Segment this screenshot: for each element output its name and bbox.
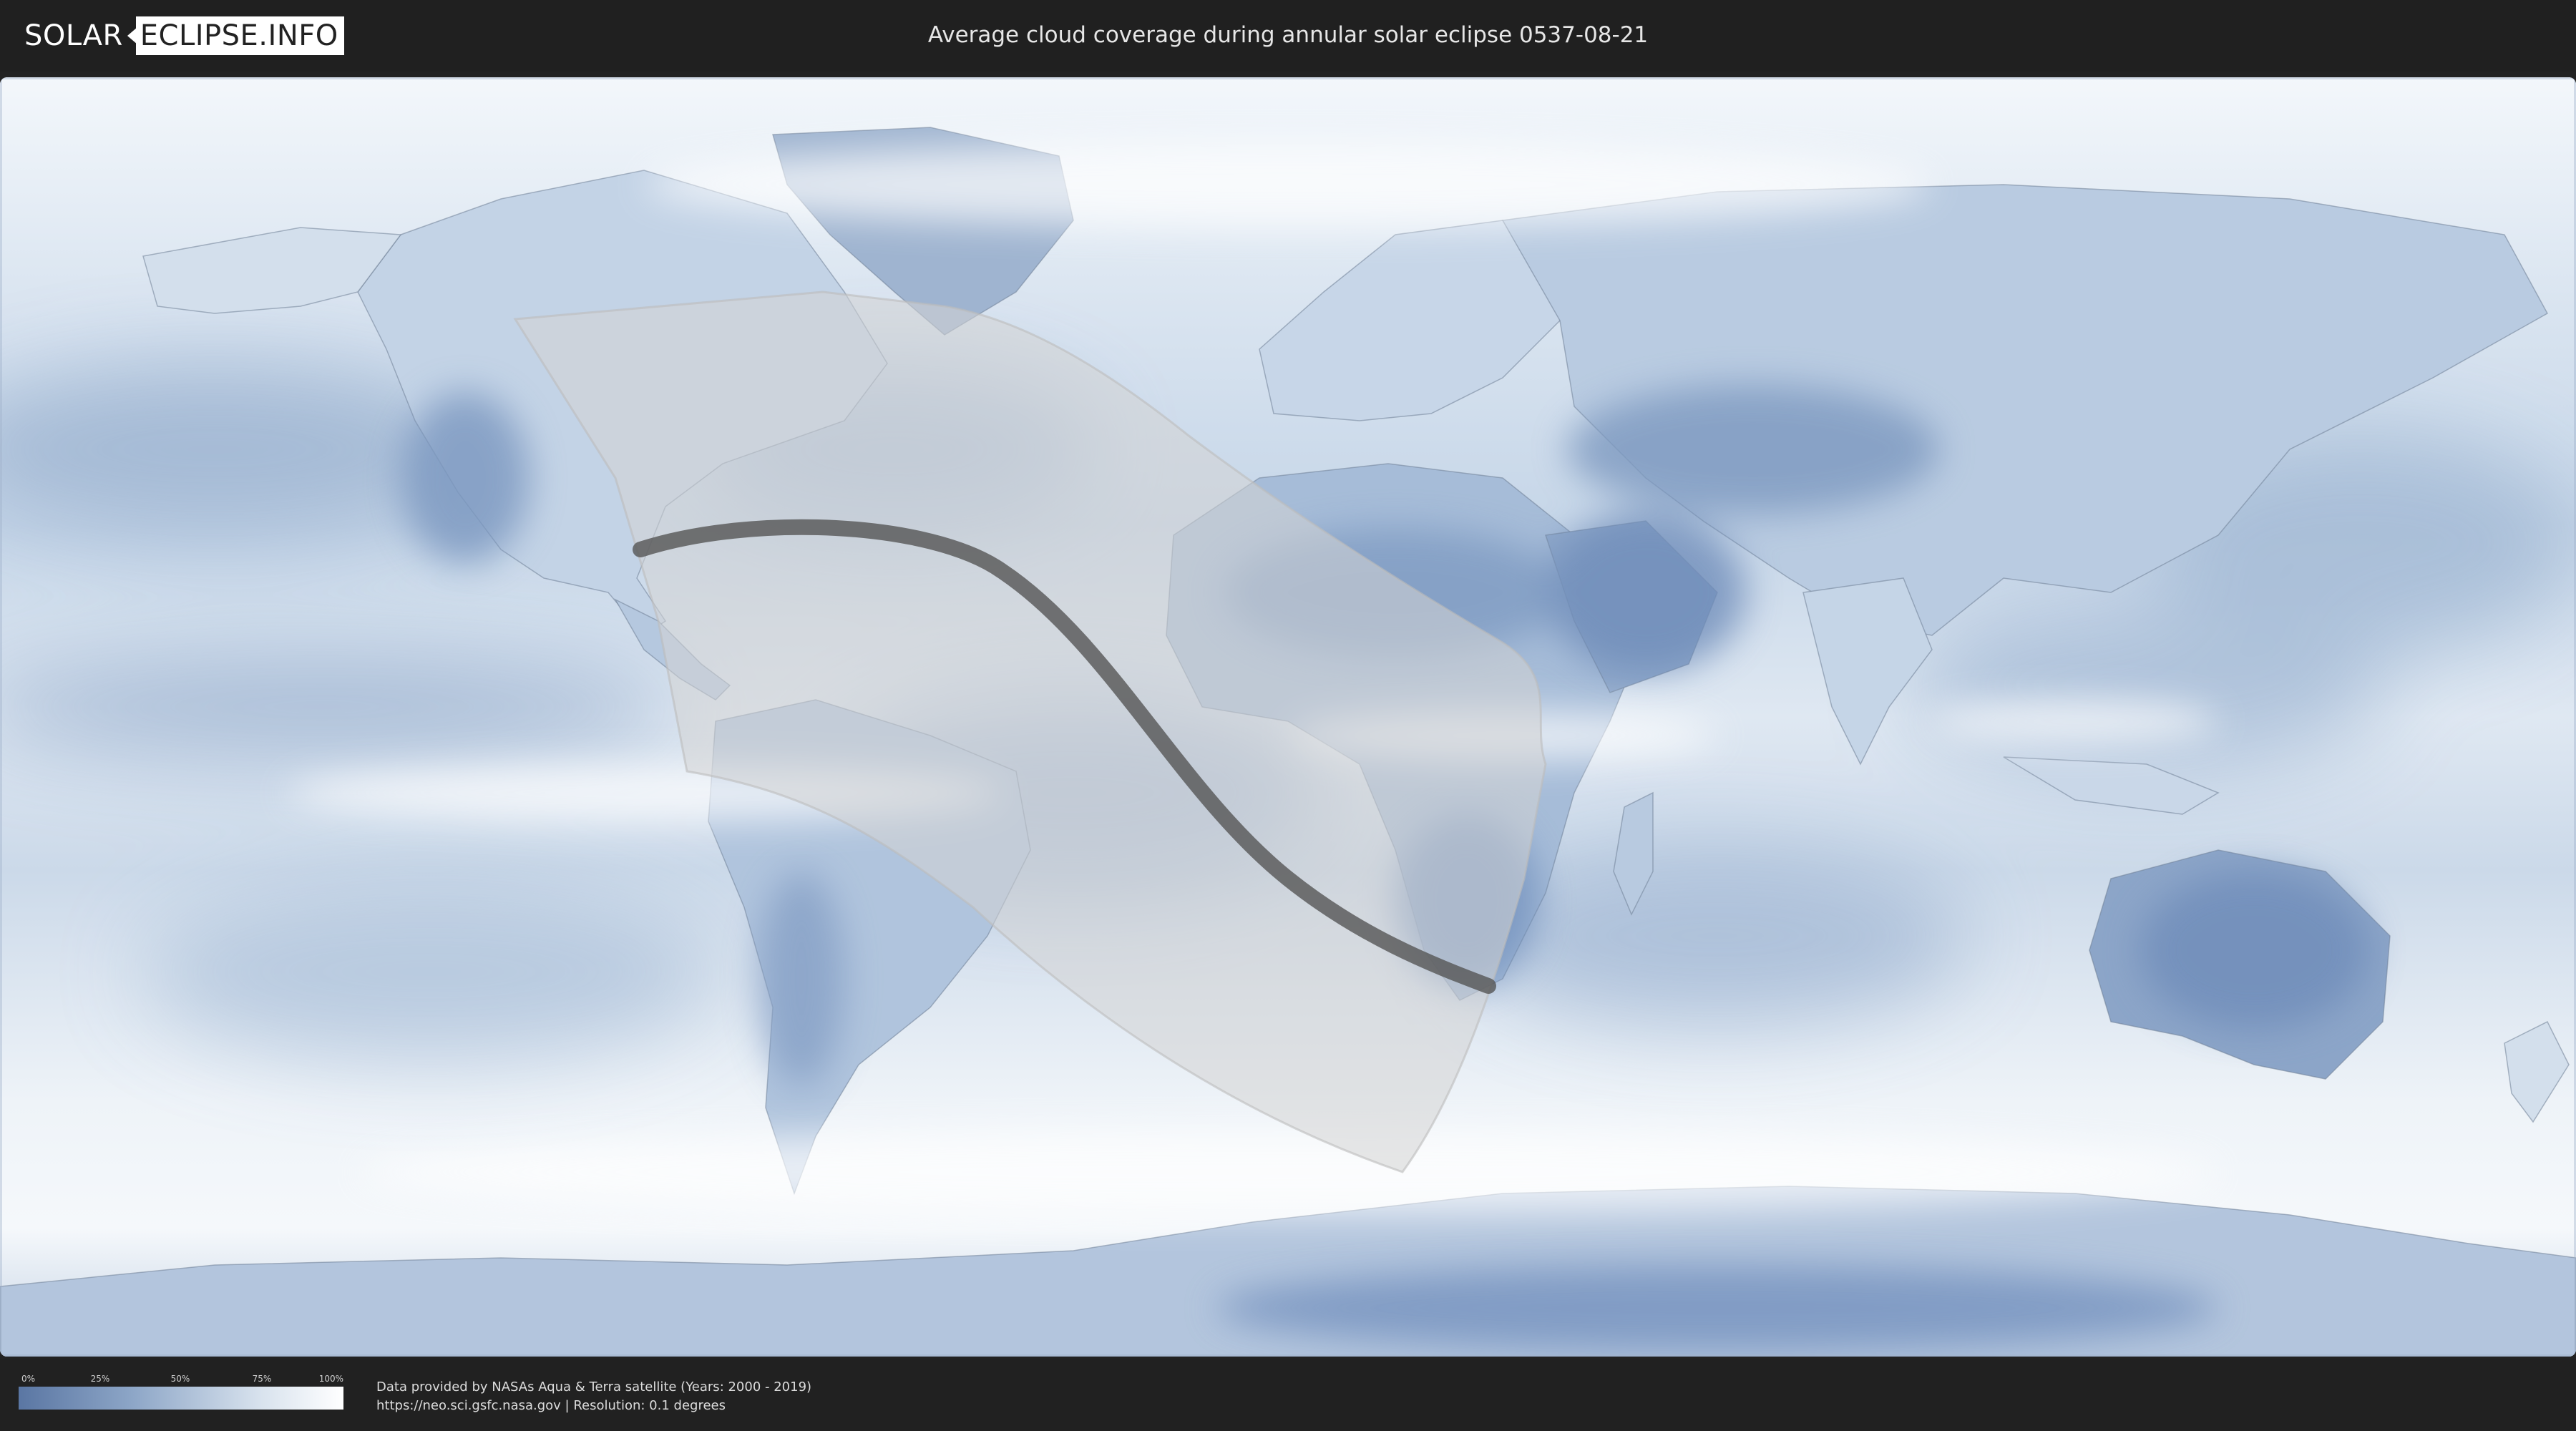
legend-ticks: 0% 25% 50% 75% 100% [19,1374,343,1387]
cloud-coverage-legend: 0% 25% 50% 75% 100% [19,1374,343,1410]
legend-tick-0: 0% [21,1374,36,1384]
legend-gradient-bar [19,1387,343,1410]
page-title: Average cloud coverage during annular so… [927,22,1649,48]
map-svg [0,77,2576,1357]
header-bar: SOLAR ECLIPSE.INFO Average cloud coverag… [0,0,2576,72]
legend-tick-100: 100% [318,1374,343,1384]
data-credits: Data provided by NASAs Aqua & Terra sate… [376,1378,811,1415]
legend-tick-50: 50% [170,1374,190,1384]
credits-source: Data provided by NASAs Aqua & Terra sate… [376,1379,812,1395]
credits-url[interactable]: https://neo.sci.gsfc.nasa.gov | Resoluti… [376,1397,811,1415]
legend-tick-25: 25% [90,1374,110,1384]
legend-tick-75: 75% [252,1374,272,1384]
cloud-coverage-map[interactable] [0,77,2576,1357]
